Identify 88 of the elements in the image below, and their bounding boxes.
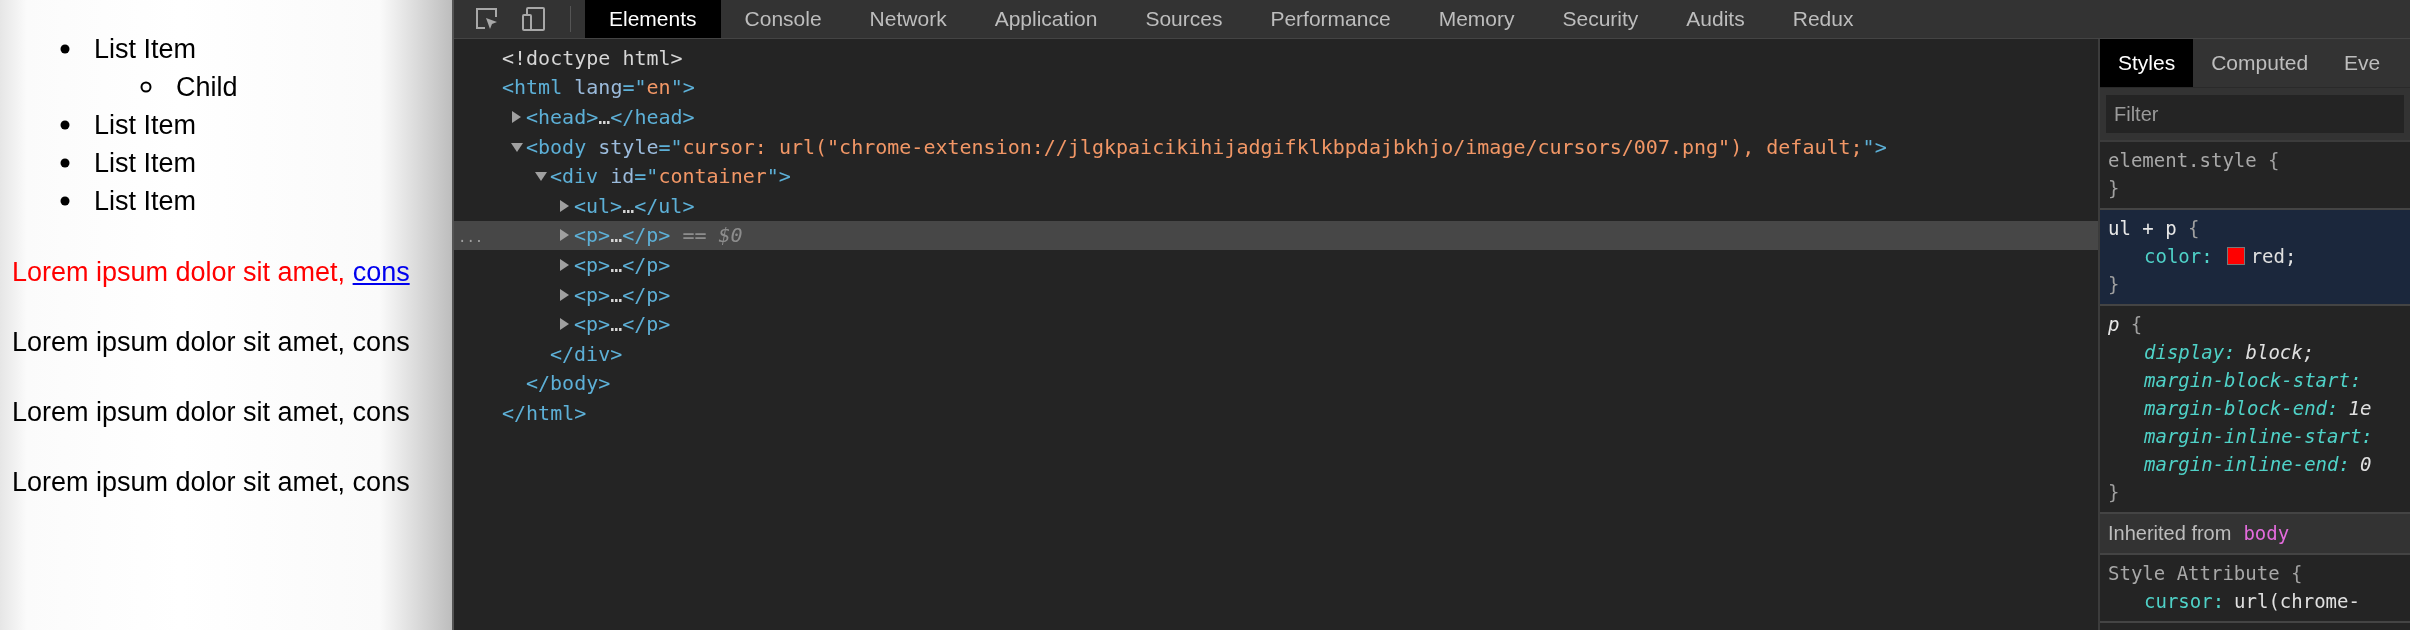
node-markup: </div> bbox=[550, 341, 623, 366]
device-icon[interactable] bbox=[522, 6, 548, 32]
paragraph: Lorem ipsum dolor sit amet, cons bbox=[12, 396, 410, 428]
expand-arrow-icon[interactable] bbox=[534, 170, 548, 183]
expand-arrow-icon[interactable] bbox=[558, 317, 570, 332]
css-value: 0 bbox=[2359, 452, 2372, 477]
filter-field[interactable]: Filter bbox=[2106, 95, 2404, 133]
css-property: display: bbox=[2144, 340, 2236, 365]
css-selector: element.style { bbox=[2108, 148, 2280, 173]
dom-tree-row[interactable]: </body> bbox=[454, 368, 2098, 399]
css-property: margin-block-end: bbox=[2144, 396, 2339, 421]
dom-tree-row[interactable]: <p>…</p> bbox=[454, 250, 2098, 280]
closing-brace: } bbox=[2108, 480, 2120, 505]
section-label: Inherited from bbox=[2108, 522, 2232, 545]
panel-tab[interactable]: Application bbox=[970, 0, 1122, 38]
color-swatch-icon[interactable] bbox=[2226, 247, 2245, 265]
panel-tab[interactable]: Elements bbox=[585, 0, 721, 38]
node-markup: <p>…</p> bbox=[574, 252, 671, 277]
css-selector: ul + p { bbox=[2108, 216, 2200, 241]
closing-brace: } bbox=[2108, 272, 2120, 297]
node-markup: </html> bbox=[502, 400, 587, 425]
bullet-icon bbox=[60, 158, 70, 168]
node-markup: <body style="cursor: url("chrome-extension://jlgkpaicikihijadgifklkbpdajbkhjo/image/cursors/007.png"), default;"> bbox=[526, 134, 1887, 159]
paragraph: Lorem ipsum dolor sit amet, cons bbox=[12, 256, 410, 288]
panel-tab[interactable]: Redux bbox=[1768, 0, 1878, 38]
css-property: margin-inline-start: bbox=[2144, 424, 2373, 449]
dom-tree-row[interactable]: <p>…</p> bbox=[454, 279, 2098, 310]
dom-tree-row[interactable]: </html> bbox=[454, 398, 2098, 428]
list-item: List Item bbox=[94, 185, 197, 217]
panel-tab[interactable]: Console bbox=[720, 0, 846, 38]
expand-arrow-icon[interactable] bbox=[558, 257, 570, 272]
panel-tab[interactable]: Sources bbox=[1121, 0, 1247, 38]
node-markup: <p>…</p> == $0 bbox=[574, 223, 743, 248]
closing-brace: } bbox=[2108, 176, 2120, 201]
panel-tab[interactable]: Network bbox=[845, 0, 971, 38]
css-value: block; bbox=[2245, 340, 2315, 365]
node-markup: <p>…</p> bbox=[574, 312, 671, 337]
expand-arrow-icon[interactable] bbox=[510, 140, 524, 153]
link[interactable]: cons bbox=[352, 257, 410, 287]
list-item: Child bbox=[176, 71, 238, 103]
dom-tree-row[interactable]: <body style="cursor: url("chrome-extension://jlgkpaicikihijadgifklkbpdajbkhjo/image/cursors/007.png"), default;"> bbox=[454, 131, 2098, 162]
dom-tree-row[interactable]: <!doctype html> bbox=[454, 43, 2098, 73]
node-markup: <html lang="en"> bbox=[502, 75, 695, 100]
css-property: margin-inline-end: bbox=[2144, 452, 2350, 477]
css-selector: p { bbox=[2108, 312, 2143, 337]
list-item: List Item bbox=[94, 33, 197, 65]
dom-tree-row[interactable]: <html lang="en"> bbox=[454, 72, 2098, 103]
dom-tree-row[interactable]: <head>…</head> bbox=[454, 102, 2098, 132]
node-markup: <head>…</head> bbox=[526, 105, 695, 129]
node-markup: </body> bbox=[526, 371, 611, 396]
node-markup: <!doctype html> bbox=[502, 45, 683, 70]
dom-tree-row[interactable]: </div> bbox=[454, 338, 2098, 369]
dom-tree-row[interactable]: <div id="container"> bbox=[454, 161, 2098, 191]
element-link[interactable]: body bbox=[2243, 522, 2290, 545]
bullet-icon bbox=[140, 81, 152, 93]
css-value: red; bbox=[2250, 244, 2297, 269]
bullet-icon bbox=[60, 120, 70, 130]
panel-tab[interactable]: Security bbox=[1538, 0, 1663, 38]
css-value: url(chrome- bbox=[2234, 589, 2360, 614]
css-property: color: bbox=[2144, 244, 2213, 269]
dom-tree-row[interactable]: <p>…</p> bbox=[454, 309, 2098, 339]
bullet-icon bbox=[60, 196, 70, 206]
css-property: margin-block-start: bbox=[2144, 368, 2362, 393]
paragraph: Lorem ipsum dolor sit amet, cons bbox=[12, 466, 410, 498]
inspect-icon[interactable] bbox=[474, 6, 500, 32]
expand-arrow-icon[interactable] bbox=[558, 198, 570, 213]
list-item: List Item bbox=[94, 109, 197, 141]
css-selector: Style Attribute { bbox=[2108, 561, 2303, 586]
panel-tab[interactable]: Audits bbox=[1662, 0, 1769, 38]
dom-tree-row[interactable]: <ul>…</ul> bbox=[454, 190, 2098, 221]
panel-tab[interactable]: Performance bbox=[1246, 0, 1415, 38]
sidebar-tab[interactable]: Computed bbox=[2193, 39, 2327, 87]
paragraph: Lorem ipsum dolor sit amet, cons bbox=[12, 326, 410, 358]
node-markup: <ul>…</ul> bbox=[574, 193, 695, 218]
expand-arrow-icon[interactable] bbox=[558, 228, 570, 243]
css-value: 1e bbox=[2348, 396, 2372, 421]
expand-arrow-icon[interactable] bbox=[510, 110, 522, 124]
sidebar-tab[interactable]: Eve bbox=[2326, 39, 2399, 87]
bullet-icon bbox=[60, 44, 70, 54]
node-markup: <p>…</p> bbox=[574, 282, 671, 307]
list-item: List Item bbox=[94, 147, 197, 179]
sidebar-tab[interactable]: Styles bbox=[2100, 39, 2194, 87]
node-markup: <div id="container"> bbox=[550, 164, 791, 189]
css-property: cursor: bbox=[2144, 589, 2225, 614]
panel-tab[interactable]: Memory bbox=[1414, 0, 1539, 38]
dom-tree-row[interactable]: ... <p>…</p> == $0 bbox=[454, 220, 2098, 251]
expand-arrow-icon[interactable] bbox=[558, 287, 570, 302]
more-actions-button[interactable]: ... bbox=[458, 229, 484, 246]
